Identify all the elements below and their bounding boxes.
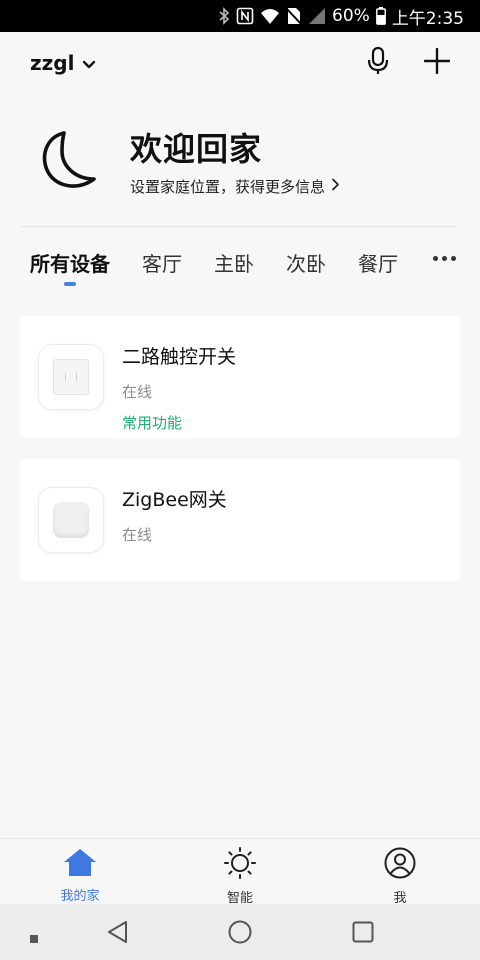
system-nav-bar: [0, 904, 480, 960]
chevron-down-icon: [82, 51, 96, 75]
home-selector[interactable]: zzgl: [30, 51, 96, 75]
home-name: zzgl: [30, 51, 75, 75]
no-sim-icon: [286, 7, 302, 25]
device-name: ZigBee网关: [122, 489, 227, 511]
plus-icon[interactable]: [423, 47, 451, 78]
status-bar: 60% 上午2:35: [0, 0, 480, 32]
welcome-title: 欢迎回家: [130, 129, 263, 168]
microphone-icon[interactable]: [366, 46, 390, 80]
switch-device-image: [38, 344, 104, 410]
tab-living-room[interactable]: 客厅: [142, 246, 182, 282]
common-functions-link[interactable]: 常用功能: [122, 412, 236, 433]
user-icon: [384, 847, 416, 883]
nav-label: 我的家: [60, 889, 100, 904]
signal-icon: [308, 7, 326, 25]
bottom-nav: 我的家 智能 我: [0, 838, 480, 906]
recents-icon[interactable]: [352, 921, 374, 947]
nfc-icon: [236, 7, 254, 25]
tab-dining-room[interactable]: 餐厅: [358, 246, 398, 282]
dot-icon: [30, 928, 38, 947]
welcome-section[interactable]: 欢迎回家 设置家庭位置，获得更多信息: [36, 120, 456, 200]
room-tabs: 所有设备 客厅 主卧 次卧 餐厅: [30, 244, 460, 286]
nav-my-home[interactable]: 我的家: [0, 839, 160, 904]
device-card[interactable]: 二路触控开关 在线 常用功能: [20, 316, 460, 438]
bluetooth-icon: [218, 7, 230, 25]
battery-icon: [375, 7, 386, 25]
tab-all-devices[interactable]: 所有设备: [30, 246, 110, 286]
app-header: zzgl: [0, 32, 480, 94]
set-location-link[interactable]: 设置家庭位置，获得更多信息: [130, 176, 340, 197]
sun-icon: [223, 847, 257, 883]
divider: [20, 226, 456, 227]
moon-icon: [36, 127, 102, 193]
device-status: 在线: [122, 526, 153, 544]
tab-master-bedroom[interactable]: 主卧: [214, 246, 254, 282]
chevron-right-icon: [331, 177, 340, 195]
nav-smart[interactable]: 智能: [160, 839, 320, 906]
wifi-icon: [260, 7, 280, 25]
nav-me[interactable]: 我: [320, 839, 480, 906]
battery-percent: 60%: [332, 6, 370, 26]
home-circle-icon[interactable]: [228, 920, 252, 948]
device-name: 二路触控开关: [122, 346, 237, 368]
back-icon[interactable]: [106, 920, 128, 948]
clock: 上午2:35: [391, 8, 464, 29]
welcome-subtitle: 设置家庭位置，获得更多信息: [130, 177, 326, 196]
gateway-device-image: [38, 487, 104, 553]
more-icon[interactable]: [433, 256, 456, 261]
device-status: 在线: [122, 383, 153, 401]
home-icon: [62, 847, 98, 881]
device-card[interactable]: ZigBee网关 在线: [20, 459, 460, 581]
tab-second-bedroom[interactable]: 次卧: [286, 246, 326, 282]
